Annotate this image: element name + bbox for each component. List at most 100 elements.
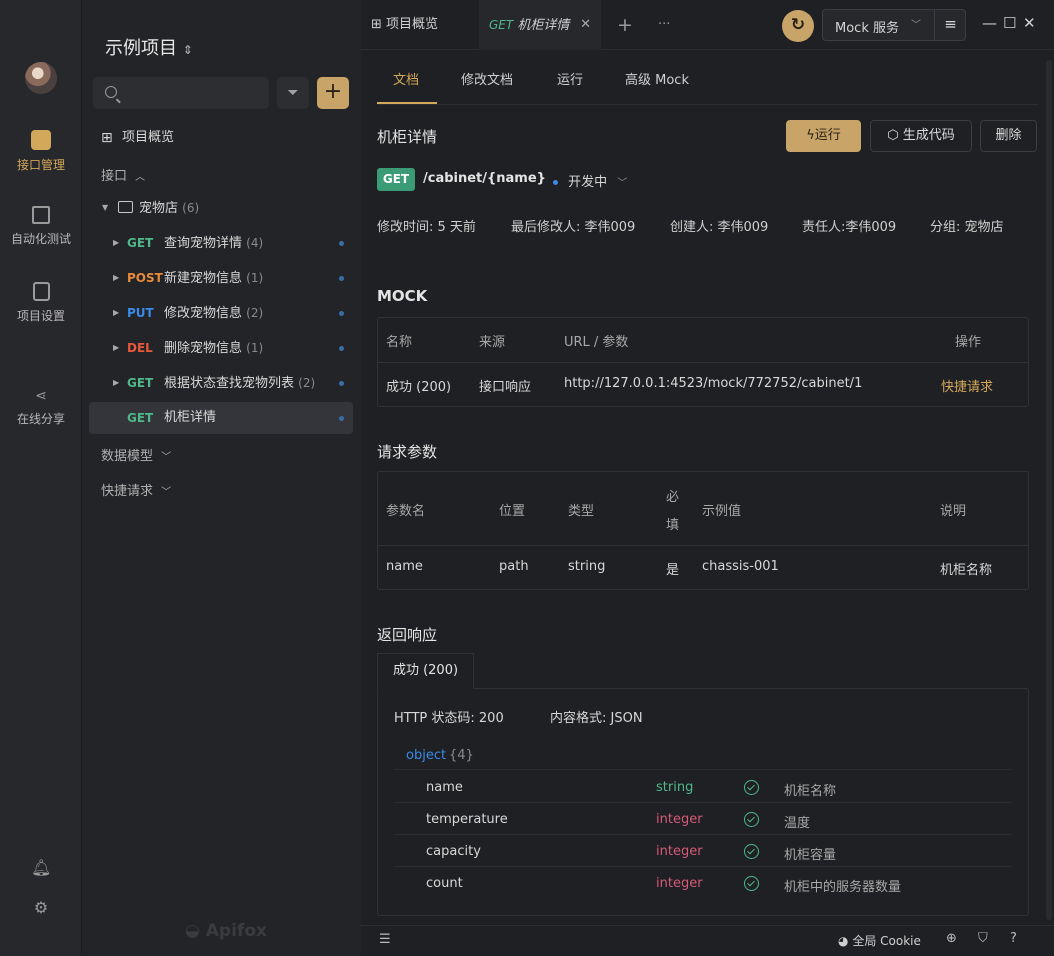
sidebar-item-overview[interactable]: ⊞ 项目概览	[89, 122, 353, 154]
minimize-icon: —	[982, 14, 997, 32]
mock-url[interactable]: http://127.0.0.1:4523/mock/772752/cabine…	[564, 376, 862, 391]
response-section-title: 返回响应	[377, 626, 438, 644]
apifox-logo-icon: ◒	[185, 921, 200, 941]
tree-item[interactable]: ▶ PUT 修改宠物信息 (2)	[89, 297, 353, 329]
tab-edit-doc[interactable]: 修改文档	[461, 69, 513, 88]
object-label[interactable]: object	[406, 748, 446, 763]
shirt-icon[interactable]: ⛉	[978, 931, 988, 946]
response-panel: HTTP 状态码: 200 内容格式: JSON object {4} name…	[377, 688, 1029, 916]
sync-button[interactable]: ↻	[782, 10, 814, 42]
tree-item[interactable]: ▶ DEL 删除宠物信息 (1)	[89, 332, 353, 364]
caret-right-icon: ▶	[113, 343, 120, 352]
mock-table: 名称 来源 URL / 参数 操作 成功 (200) 接口响应 http://1…	[377, 317, 1029, 407]
filter-button[interactable]: ⏷	[277, 77, 309, 109]
updown-icon: ⇕	[182, 43, 193, 57]
global-cookie-button[interactable]: ◕ 全局 Cookie	[838, 932, 921, 949]
required-check-icon	[744, 876, 759, 891]
quick-requests-header[interactable]: 快捷请求 ﹀	[101, 480, 171, 499]
gear-icon[interactable]: ⚙	[31, 898, 51, 918]
folder-icon	[118, 201, 133, 213]
left-rail: 接口管理 自动化测试 项目设置 ⋖ 在线分享 🔔︎ ⚙	[0, 0, 82, 956]
schema-row: count integer 机柜中的服务器数量	[426, 876, 902, 895]
status-dot	[339, 311, 344, 316]
chevron-down-icon: ﹀	[617, 178, 628, 189]
tree-item-selected[interactable]: GET 机柜详情	[89, 402, 353, 434]
method-badge: GET	[377, 168, 415, 191]
chevron-up-icon: ︿	[135, 172, 146, 183]
brand-logo: ◒ Apifox	[185, 921, 267, 941]
tree-item[interactable]: ▶ GET 根据状态查找宠物列表 (2)	[89, 367, 353, 399]
close-icon[interactable]: ✕	[580, 0, 591, 50]
avatar[interactable]	[25, 62, 57, 94]
new-tab-button[interactable]: +	[617, 0, 633, 50]
data-models-header[interactable]: 数据模型 ﹀	[101, 445, 171, 464]
chevron-down-icon: ﹀	[161, 487, 172, 498]
mock-service-select[interactable]: Mock 服务 ﹀ ≡	[822, 9, 966, 41]
lightning-icon: ϟ	[806, 128, 815, 143]
chevron-down-icon: ﹀	[161, 452, 172, 463]
rail-label: 自动化测试	[10, 232, 71, 246]
tab-doc[interactable]: 文档	[393, 69, 419, 88]
rail-automation-test[interactable]: 自动化测试	[0, 206, 82, 247]
chevron-down-icon: ﹀	[911, 20, 921, 31]
response-tab-200[interactable]: 成功 (200)	[377, 653, 474, 689]
plus-icon: +	[323, 79, 343, 104]
tab-bar: ⊞ 项目概览 GET 机柜详情 ✕ + ··· ↻ Mock 服务 ﹀ ≡ — …	[361, 0, 1054, 50]
api-management-icon	[31, 130, 51, 150]
api-section-header[interactable]: 接口 ︿	[101, 165, 145, 184]
add-button[interactable]: +	[317, 77, 349, 109]
rail-project-settings[interactable]: 项目设置	[0, 282, 82, 324]
sync-icon: ↻	[790, 15, 806, 35]
tab-overview[interactable]: ⊞ 项目概览	[361, 0, 479, 50]
ellipsis-icon: ···	[658, 17, 671, 32]
more-tabs-button[interactable]: ···	[658, 0, 670, 50]
upload-icon[interactable]: ⊕	[946, 931, 957, 946]
rail-online-share[interactable]: ⋖ 在线分享	[0, 388, 82, 427]
status-dot	[553, 180, 558, 185]
maximize-button[interactable]: ☐	[1003, 14, 1016, 32]
outline-toggle-icon[interactable]: ☰	[379, 932, 391, 947]
tab-cabinet-details[interactable]: GET 机柜详情 ✕	[479, 0, 601, 50]
status-dot	[339, 416, 344, 421]
meta-last-editor: 最后修改人: 李伟009	[511, 220, 636, 235]
rail-api-management[interactable]: 接口管理	[0, 130, 82, 173]
schema-row: name string 机柜名称	[426, 780, 837, 799]
mock-section-title: MOCK	[377, 287, 428, 305]
close-window-button[interactable]: ✕	[1023, 14, 1036, 32]
api-sidebar: 示例项目 ⇕ ⏷ + ⊞ 项目概览 接口 ︿ ▼ 宠物店 (6) ▶ GET 查…	[82, 0, 361, 956]
scrollbar[interactable]	[1046, 60, 1052, 920]
menu-icon: ≡	[944, 15, 957, 33]
caret-right-icon: ▶	[113, 378, 120, 387]
search-input[interactable]	[93, 77, 269, 109]
tree-item[interactable]: ▶ GET 查询宠物详情 (4)	[89, 227, 353, 259]
divider	[394, 769, 1012, 770]
caret-right-icon: ▶	[113, 273, 120, 282]
delete-button[interactable]: 删除	[980, 120, 1037, 152]
bell-icon[interactable]: 🔔︎	[31, 858, 51, 878]
grid-icon: ⊞	[371, 17, 382, 32]
tab-run[interactable]: 运行	[557, 69, 583, 88]
project-switcher[interactable]: 示例项目 ⇕	[105, 34, 193, 60]
divider	[377, 104, 1038, 105]
params-section-title: 请求参数	[377, 443, 438, 461]
run-button[interactable]: ϟ运行	[786, 120, 861, 152]
required-check-icon	[744, 780, 759, 795]
minimize-button[interactable]: —	[982, 14, 997, 32]
meta-group: 分组: 宠物店	[930, 220, 1004, 235]
caret-down-icon: ▼	[102, 203, 109, 212]
code-cube-icon: ⬡	[887, 128, 899, 143]
required-check-icon	[744, 812, 759, 827]
meta-creator: 创建人: 李伟009	[670, 220, 769, 235]
automation-icon	[32, 206, 50, 224]
status-select[interactable]: 开发中 ﹀	[553, 171, 627, 190]
help-icon[interactable]: ?	[1010, 931, 1017, 946]
tab-advanced-mock[interactable]: 高级 Mock	[625, 69, 689, 88]
page-title: 机柜详情	[377, 128, 438, 146]
quick-request-link[interactable]: 快捷请求	[941, 376, 993, 395]
generate-code-button[interactable]: ⬡ 生成代码	[870, 120, 972, 152]
folder-pet-store[interactable]: ▼ 宠物店 (6)	[89, 192, 353, 224]
close-icon: ✕	[1023, 14, 1036, 32]
menu-button[interactable]: ≡	[934, 10, 966, 40]
api-path: /cabinet/{name}	[423, 171, 546, 186]
tree-item[interactable]: ▶ POST 新建宠物信息 (1)	[89, 262, 353, 294]
